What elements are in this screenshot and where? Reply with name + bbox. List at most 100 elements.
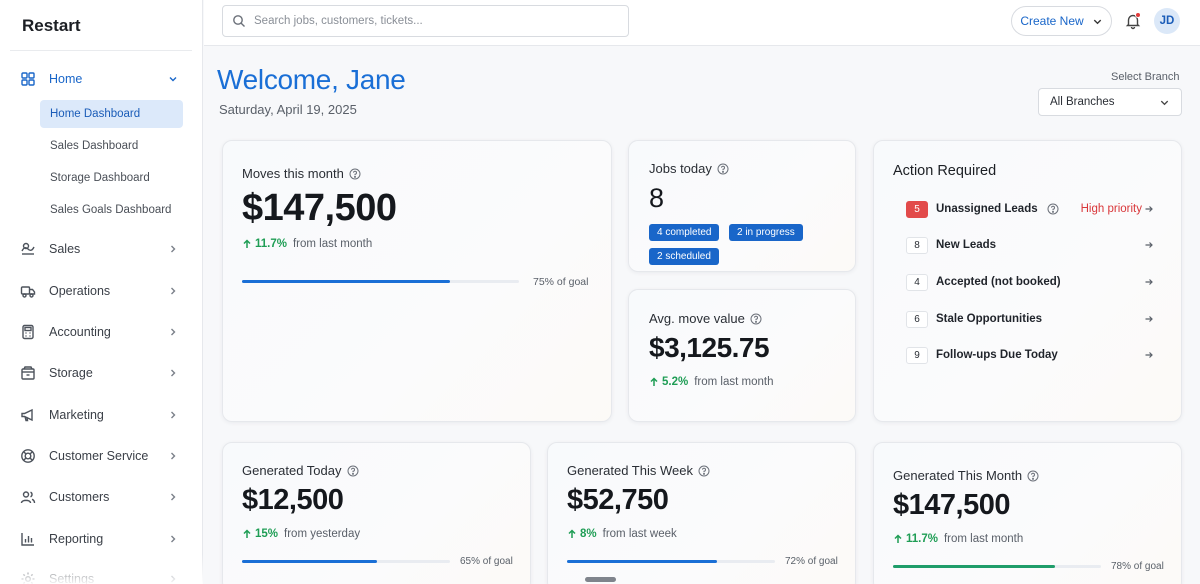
trend-up: 11.7% [242, 238, 287, 250]
arrow-right-icon [1144, 314, 1154, 324]
gen-week-delta: 8% from last week [567, 528, 677, 540]
count-badge: 9 [906, 346, 928, 364]
trend-up: 15% [242, 528, 278, 540]
help-icon[interactable] [1027, 470, 1039, 482]
sidebar-subitem-sales-dashboard[interactable]: Sales Dashboard [40, 132, 183, 160]
sidebar-item-accounting[interactable]: Accounting [10, 317, 193, 347]
avatar[interactable]: JD [1154, 8, 1180, 34]
sidebar-subitem-storage-dashboard[interactable]: Storage Dashboard [40, 164, 183, 192]
sidebar-item-sales[interactable]: Sales [10, 234, 193, 264]
gen-week-goal-text: 72% of goal [785, 556, 838, 567]
generated-today-card: Generated Today $12,500 15% from yesterd… [222, 442, 531, 584]
trend-up: 11.7% [893, 533, 938, 545]
sidebar-item-label: Marketing [49, 408, 104, 422]
avg-card-title: Avg. move value [649, 311, 762, 326]
badge-completed[interactable]: 4 completed [649, 224, 720, 241]
help-icon[interactable] [347, 465, 359, 477]
action-row-follow-ups-due-today[interactable]: 9 Follow-ups Due Today [906, 344, 1154, 366]
action-row-stale-opportunities[interactable]: 6 Stale Opportunities [906, 308, 1154, 330]
help-icon[interactable] [1047, 203, 1059, 215]
horizontal-scrollbar-thumb[interactable] [585, 577, 616, 582]
sidebar-item-operations[interactable]: Operations [10, 276, 193, 306]
grid-icon [20, 71, 36, 87]
top-bar: Create New JD [204, 0, 1200, 46]
sidebar-item-label: Operations [49, 284, 111, 298]
jobs-value: 8 [649, 183, 664, 213]
gen-week-title: Generated This Week [567, 463, 710, 478]
chevron-right-icon [167, 573, 179, 584]
arrow-up-icon [243, 239, 251, 248]
search-input[interactable] [254, 15, 628, 27]
sidebar-item-reporting[interactable]: Reporting [10, 524, 193, 554]
gen-month-title: Generated This Month [893, 468, 1039, 483]
delta-text: from last week [602, 528, 677, 540]
sidebar-subitem-sales-goals-dashboard[interactable]: Sales Goals Dashboard [40, 196, 183, 224]
card-title-text: Generated Today [242, 463, 342, 478]
chevron-right-icon [167, 533, 179, 545]
storage-icon [20, 365, 36, 381]
card-title-text: Generated This Week [567, 463, 693, 478]
sidebar-item-label: Customers [49, 490, 110, 504]
arrow-right-icon [1144, 350, 1154, 360]
search-icon [232, 14, 246, 28]
badge-in-progress[interactable]: 2 in progress [729, 224, 803, 241]
trend-up: 8% [567, 528, 597, 540]
avg-value: $3,125.75 [649, 332, 770, 363]
search-box[interactable] [222, 5, 629, 37]
arrow-up-icon [243, 529, 251, 538]
sidebar-item-label: Accounting [49, 325, 111, 339]
bar-chart-icon [20, 531, 36, 547]
chevron-down-icon [1160, 100, 1169, 105]
arrow-right-icon [1144, 240, 1154, 250]
branch-select[interactable]: All Branches [1038, 88, 1182, 116]
gen-week-value: $52,750 [567, 484, 669, 516]
megaphone-icon [20, 407, 36, 423]
sidebar-item-settings[interactable]: Settings [10, 564, 193, 584]
create-new-label: Create New [1020, 14, 1084, 28]
gen-today-delta: 15% from yesterday [242, 528, 360, 540]
lifebuoy-icon [20, 448, 36, 464]
gen-today-progress-bar [242, 560, 450, 563]
chevron-down-icon [1093, 19, 1101, 24]
help-icon[interactable] [717, 163, 729, 175]
jobs-card: Jobs today 8 4 completed 2 in progress 2… [628, 140, 856, 272]
create-new-button[interactable]: Create New [1011, 6, 1112, 36]
arrow-right-icon [1144, 277, 1154, 287]
arrow-right-icon [1144, 204, 1154, 214]
sidebar-item-customer-service[interactable]: Customer Service [10, 441, 193, 471]
chevron-down-icon [167, 73, 179, 85]
gen-month-goal-text: 78% of goal [1111, 561, 1164, 572]
brand-logo[interactable]: Restart [22, 16, 81, 36]
arrow-up-icon [894, 534, 902, 543]
action-row-label: New Leads [936, 239, 997, 251]
progress-fill [567, 560, 717, 563]
sidebar-subitem-home-dashboard[interactable]: Home Dashboard [40, 100, 183, 128]
gen-month-progress-bar [893, 565, 1101, 568]
chevron-right-icon [167, 367, 179, 379]
avg-delta: 5.2% from last month [649, 376, 773, 388]
notifications-bell-icon[interactable] [1124, 12, 1142, 30]
card-title-text: Jobs today [649, 161, 712, 176]
action-required-title: Action Required [893, 163, 997, 179]
badge-scheduled[interactable]: 2 scheduled [649, 248, 719, 265]
count-badge: 4 [906, 273, 928, 291]
count-badge: 6 [906, 310, 928, 328]
current-date: Saturday, April 19, 2025 [219, 102, 357, 117]
sidebar-item-label: Settings [49, 572, 95, 584]
delta-text: from yesterday [284, 528, 361, 540]
chevron-right-icon [167, 409, 179, 421]
action-row-unassigned-leads[interactable]: 5 Unassigned Leads High priority [906, 198, 1154, 220]
action-row-accepted-not-booked[interactable]: 4 Accepted (not booked) [906, 271, 1154, 293]
sidebar-item-marketing[interactable]: Marketing [10, 400, 193, 430]
action-row-new-leads[interactable]: 8 New Leads [906, 234, 1154, 256]
notification-dot [1135, 12, 1141, 18]
progress-fill [242, 280, 450, 283]
sidebar-item-home[interactable]: Home [10, 64, 193, 94]
moves-card: Moves this month $147,500 11.7% from las… [222, 140, 612, 422]
help-icon[interactable] [750, 313, 762, 325]
sidebar-item-customers[interactable]: Customers [10, 482, 193, 512]
help-icon[interactable] [349, 168, 361, 180]
sidebar-item-storage[interactable]: Storage [10, 358, 193, 388]
branch-label: Select Branch [1111, 71, 1180, 83]
help-icon[interactable] [698, 465, 710, 477]
